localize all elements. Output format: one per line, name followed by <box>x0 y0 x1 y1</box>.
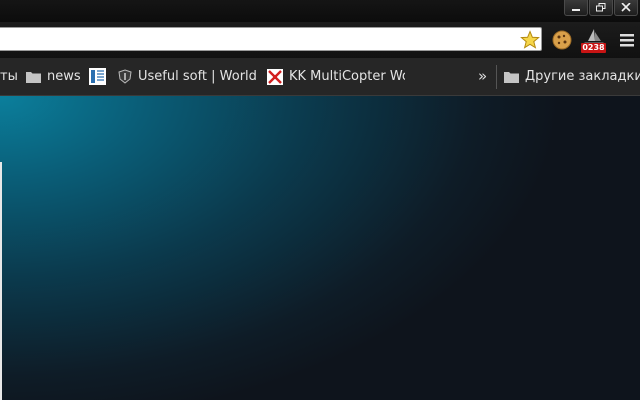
page-content <box>0 96 640 400</box>
bookmark-kk-multicopter[interactable]: KK MultiCopter Wor <box>267 58 405 95</box>
address-bar[interactable] <box>0 27 542 51</box>
menu-icon[interactable] <box>619 32 635 48</box>
folder-icon <box>26 71 41 83</box>
bookmarks-separator <box>496 65 497 89</box>
bookmark-label: news <box>47 69 81 84</box>
close-button[interactable] <box>614 0 638 16</box>
bookmarks-bar: ты news Useful soft | World o KK MultiCo… <box>0 58 640 96</box>
title-bar <box>0 0 640 22</box>
site-favicon-icon[interactable] <box>89 68 106 85</box>
bookmark-star-icon[interactable] <box>520 30 540 50</box>
folder-icon <box>504 71 519 83</box>
bookmark-label: Useful soft | World o <box>138 69 256 84</box>
bookmark-label: KK MultiCopter Wor <box>289 69 405 84</box>
minimize-icon <box>572 9 580 11</box>
bookmark-label: ты <box>0 69 18 84</box>
extension-badge: 0238 <box>581 43 606 53</box>
page-edge-panel <box>0 162 2 400</box>
bookmark-folder-item[interactable]: ты <box>0 58 18 95</box>
multicopter-favicon-icon <box>267 68 283 85</box>
other-bookmarks-folder[interactable]: Другие закладки <box>504 58 640 95</box>
bookmark-folder-news[interactable]: news <box>26 58 81 95</box>
minimize-button[interactable] <box>564 0 588 16</box>
restore-icon <box>596 3 606 12</box>
close-icon <box>621 3 631 12</box>
bookmark-label: Другие закладки <box>525 69 640 84</box>
shield-favicon-icon <box>118 69 132 84</box>
cookie-icon[interactable] <box>551 29 573 51</box>
bookmark-useful-soft[interactable]: Useful soft | World o <box>118 58 256 95</box>
bookmarks-overflow-chevron[interactable]: » <box>478 58 487 95</box>
toolbar <box>0 22 640 58</box>
restore-button[interactable] <box>589 0 613 16</box>
